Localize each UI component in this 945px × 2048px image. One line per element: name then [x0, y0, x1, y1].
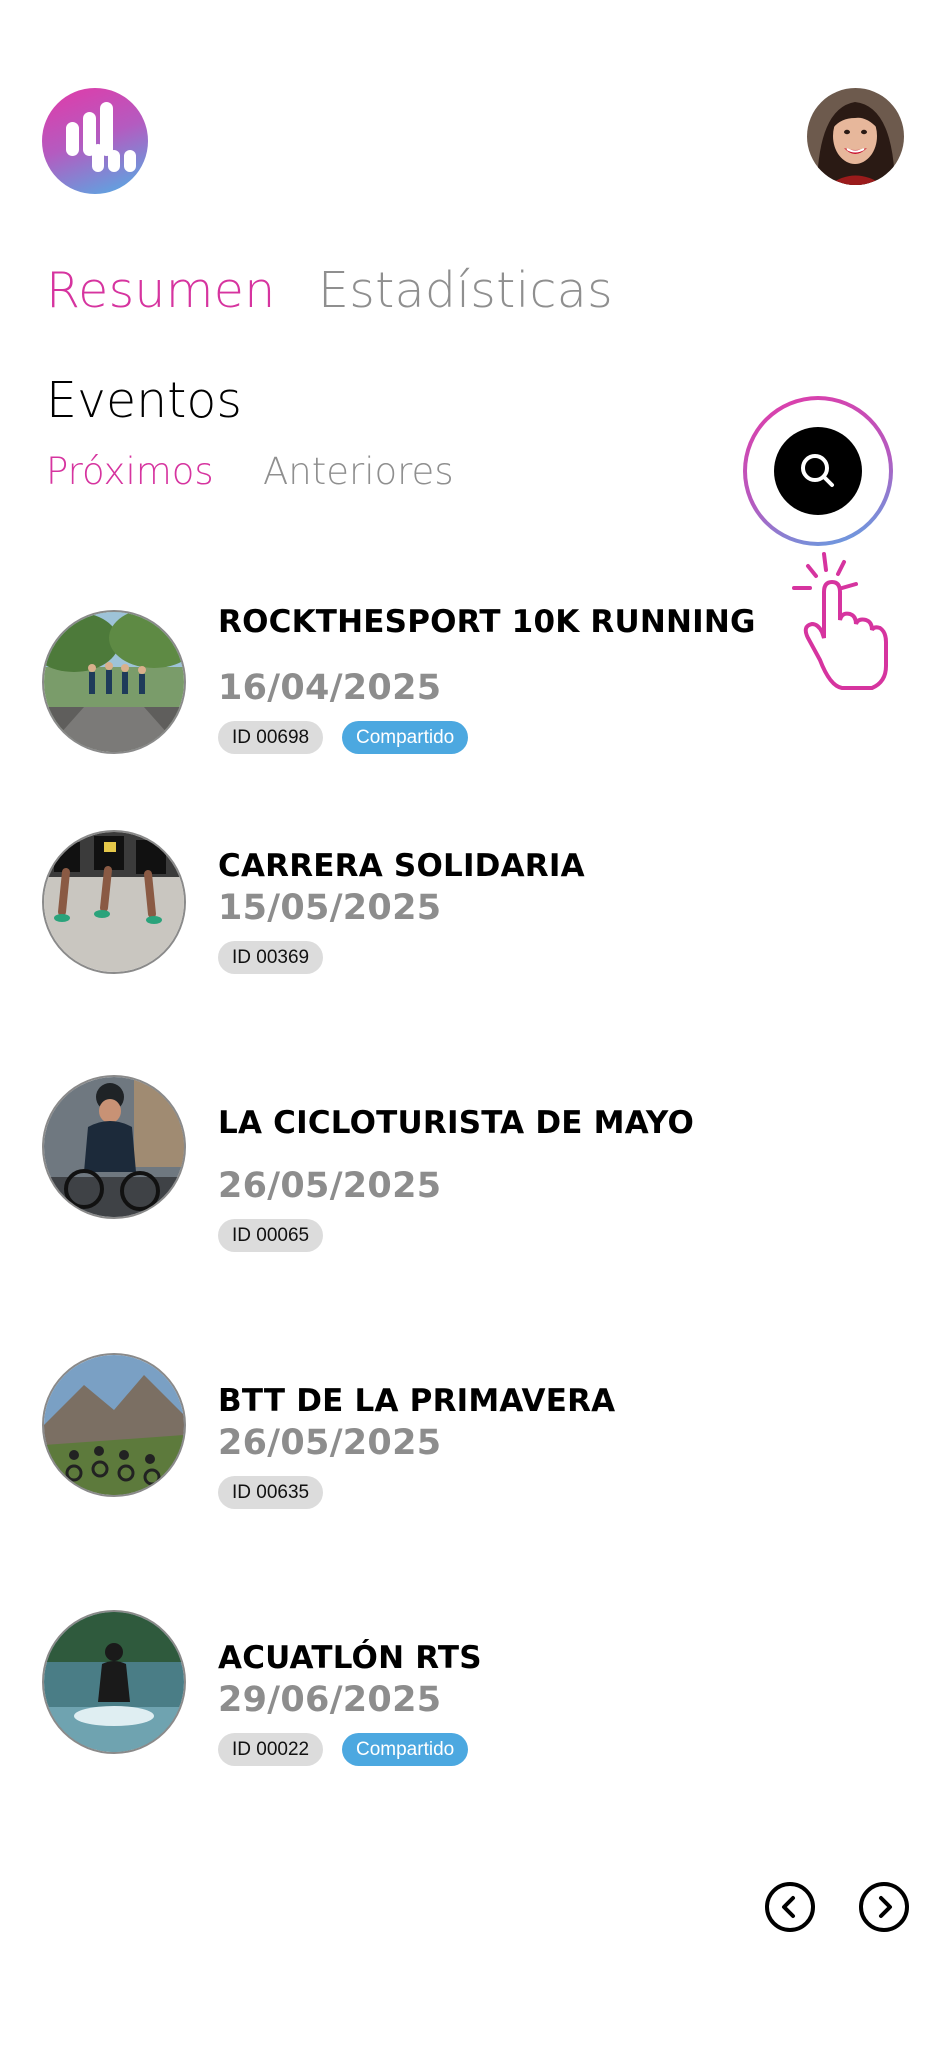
- event-date: 16/04/2025: [218, 668, 442, 708]
- event-id-badge: ID 00022: [218, 1733, 324, 1766]
- event-thumbnail[interactable]: [42, 1610, 186, 1754]
- tab-statistics[interactable]: Estadísticas: [318, 262, 613, 319]
- event-date: 15/05/2025: [218, 888, 442, 928]
- event-date: 26/05/2025: [218, 1166, 442, 1206]
- event-thumbnail[interactable]: [42, 830, 186, 974]
- event-id-badge: ID 00635: [218, 1476, 324, 1509]
- event-thumbnail[interactable]: [42, 1353, 186, 1497]
- event-thumbnail[interactable]: [42, 610, 186, 754]
- tab-summary[interactable]: Resumen: [46, 262, 276, 319]
- event-name[interactable]: BTT DE LA PRIMAVERA: [218, 1383, 615, 1419]
- section-title: Eventos: [46, 372, 242, 429]
- next-page-button[interactable]: [859, 1882, 909, 1932]
- event-id-badge: ID 00698: [218, 721, 324, 754]
- app-logo-icon[interactable]: [42, 88, 148, 194]
- event-id-badge: ID 00369: [218, 941, 324, 974]
- event-date: 29/06/2025: [218, 1680, 442, 1720]
- tap-hand-icon: [792, 552, 888, 690]
- event-name[interactable]: ROCKTHESPORT 10K RUNNING: [218, 604, 756, 640]
- shared-badge: Compartido: [342, 1733, 469, 1766]
- event-id-badge: ID 00065: [218, 1219, 324, 1252]
- event-thumbnail[interactable]: [42, 1075, 186, 1219]
- chevron-left-icon: [782, 1896, 795, 1918]
- search-icon: [801, 454, 834, 487]
- search-button[interactable]: [774, 427, 862, 515]
- user-avatar[interactable]: [807, 88, 904, 185]
- search-button-ring[interactable]: [743, 396, 893, 546]
- chevron-right-icon: [879, 1896, 892, 1918]
- shared-badge: Compartido: [342, 721, 469, 754]
- event-name[interactable]: CARRERA SOLIDARIA: [218, 848, 585, 884]
- previous-page-button[interactable]: [765, 1882, 815, 1932]
- event-name[interactable]: LA CICLOTURISTA DE MAYO: [218, 1105, 694, 1141]
- event-name[interactable]: ACUATLÓN RTS: [218, 1640, 482, 1676]
- tab-upcoming[interactable]: Próximos: [46, 450, 214, 493]
- event-date: 26/05/2025: [218, 1423, 442, 1463]
- tab-past[interactable]: Anteriores: [263, 450, 454, 493]
